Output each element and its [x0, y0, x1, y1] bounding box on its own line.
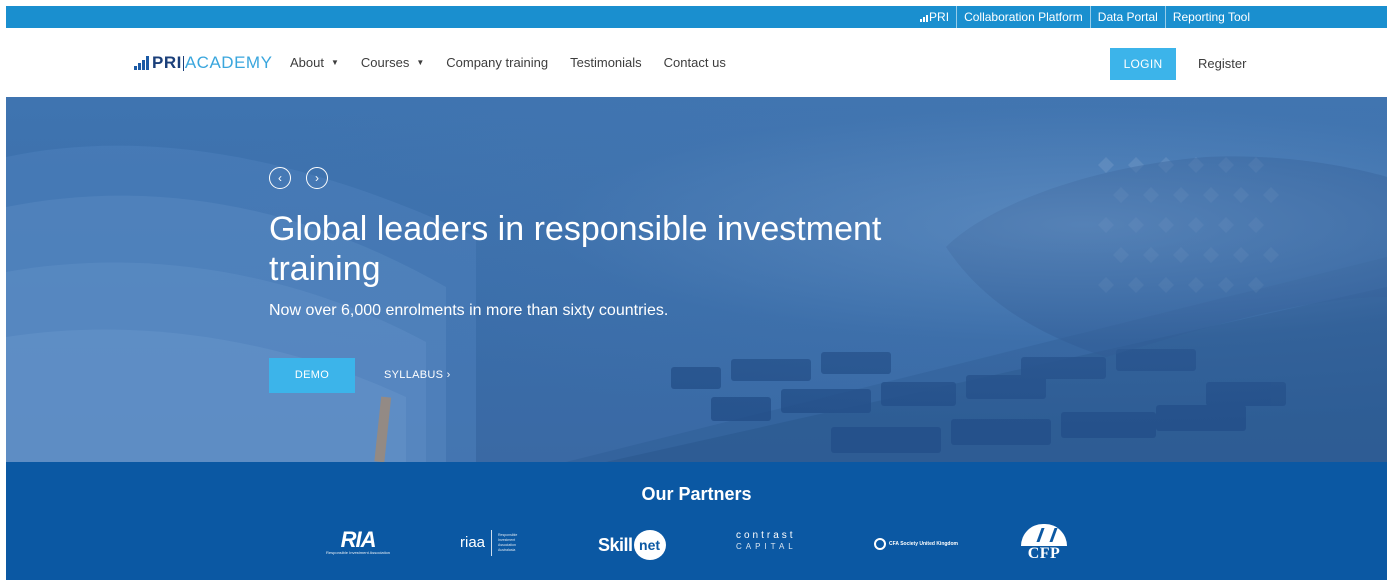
- skillnet-wordmark: Skill: [598, 534, 633, 555]
- utility-link-data-portal[interactable]: Data Portal: [1089, 6, 1165, 28]
- nav-item-about[interactable]: About ▼: [290, 55, 339, 70]
- cfp-wordmark: CFP: [1027, 545, 1061, 562]
- syllabus-link[interactable]: SYLLABUS ›: [384, 358, 451, 393]
- partners-title: Our Partners: [641, 484, 752, 504]
- partner-logo-contrast-capital[interactable]: contrast CAPITAL: [736, 530, 797, 552]
- nav-item-courses[interactable]: Courses ▼: [361, 55, 424, 70]
- globe-icon: [874, 538, 886, 550]
- utility-link-collaboration-platform[interactable]: Collaboration Platform: [956, 6, 1090, 28]
- riaa-divider: [491, 530, 493, 556]
- main-header: PRI ACADEMY About ▼ Courses ▼ Company trai…: [6, 28, 1387, 97]
- chevron-right-icon[interactable]: ›: [306, 167, 328, 189]
- cfp-emblem-icon: [1021, 524, 1067, 546]
- logo-divider: [182, 55, 184, 71]
- caret-down-icon: ▼: [330, 58, 339, 67]
- chevron-left-icon[interactable]: ‹: [269, 167, 291, 189]
- utility-link-reporting-tool[interactable]: Reporting Tool: [1164, 6, 1257, 28]
- riaa-subtext: Responsible Investment Association Austr…: [498, 533, 518, 552]
- utility-link-label: PRI: [929, 10, 950, 24]
- pri-logo-bars-icon: [134, 56, 149, 70]
- partners-section: Our Partners RIA Responsible Investment …: [6, 462, 1387, 580]
- logo-secondary-text: ACADEMY: [184, 53, 273, 72]
- site-logo[interactable]: PRI ACADEMY: [134, 53, 272, 73]
- partner-logo-ria[interactable]: RIA Responsible Investment Association: [326, 527, 391, 556]
- cfa-uk-wordmark: CFA Society United Kingdom: [889, 541, 958, 547]
- logo-primary-text: PRI: [152, 53, 182, 72]
- caret-down-icon: ▼: [416, 58, 425, 67]
- primary-nav: About ▼ Courses ▼ Company training Testimo…: [290, 28, 748, 97]
- utility-link-pri[interactable]: PRI: [913, 6, 956, 28]
- partner-logo-cfp[interactable]: CFP: [1021, 524, 1067, 562]
- carousel-controls: ‹ ›: [269, 167, 328, 189]
- contrast-subtext: CAPITAL: [736, 542, 797, 551]
- nav-item-label: About: [290, 55, 324, 70]
- browser-viewport: PRI Collaboration Platform Data Portal R…: [6, 6, 1387, 580]
- partner-logo-skillnet[interactable]: Skill net: [598, 530, 666, 560]
- login-button[interactable]: LOGIN: [1110, 48, 1176, 80]
- hero-headline: Global leaders in responsible investment…: [269, 210, 882, 288]
- nav-item-company-training[interactable]: Company training: [446, 55, 548, 70]
- contrast-wordmark: contrast: [736, 530, 796, 541]
- nav-item-testimonials[interactable]: Testimonials: [570, 55, 642, 70]
- partner-logo-cfa-society-uk[interactable]: CFA Society United Kingdom: [874, 538, 958, 550]
- utility-bar: PRI Collaboration Platform Data Portal R…: [6, 6, 1387, 28]
- skillnet-badge: net: [633, 530, 666, 560]
- ria-subtext: Responsible Investment Association: [326, 550, 391, 555]
- nav-item-label: Courses: [360, 55, 410, 70]
- register-link[interactable]: Register: [1198, 48, 1246, 80]
- riaa-wordmark: riaa: [460, 534, 486, 551]
- hero-banner: ‹ › Global leaders in responsible invest…: [6, 97, 1387, 462]
- utility-links: PRI Collaboration Platform Data Portal R…: [913, 6, 1257, 28]
- ria-wordmark: RIA: [340, 527, 377, 552]
- pri-bars-icon: [920, 15, 929, 22]
- partner-logo-riaa[interactable]: riaa Responsible Investment Association …: [460, 530, 522, 556]
- hero-subheadline: Now over 6,000 enrolments in more than s…: [269, 302, 669, 319]
- nav-item-contact-us[interactable]: Contact us: [664, 55, 726, 70]
- demo-button[interactable]: DEMO: [269, 358, 355, 393]
